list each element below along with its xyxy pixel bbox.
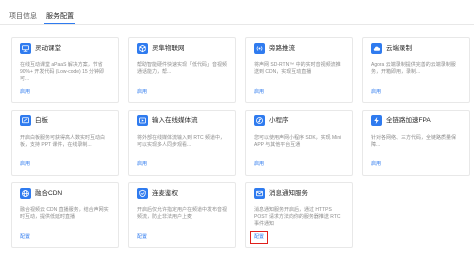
stream-push-enable-link[interactable]: 启用 (254, 89, 264, 96)
iot-description: 帮助智能硬件快速实现「低代码」音视频通话能力，帮... (137, 62, 228, 75)
fusion-cdn-title: 融合CDN (35, 189, 63, 197)
media-input-title: 输入在线媒体流 (152, 117, 198, 124)
iot-icon (137, 42, 148, 54)
service-card-media-input: 输入在线媒体流 将外部在线媒体流输入到 RTC 频道中，可以实现多人同步观看..… (128, 109, 236, 176)
fpa-description: 针对各网络、三方代码，全链路质量保障... (371, 134, 457, 148)
notification-configure-link[interactable]: 配置 (254, 234, 264, 241)
fusion-cdn-description: 融合视频云 CDN 直播服务，结合声网实时互动，提供低延时直播 (20, 207, 109, 220)
iot-title: 灵隼物联网 (152, 44, 185, 52)
iot-enable-link[interactable]: 启用 (137, 89, 147, 96)
cloud-recording-description: Agora 云端录制提供完善的云端录制服务，开箱即用，录制... (371, 62, 456, 75)
notification-title: 消息通知服务 (269, 189, 308, 197)
cohost-auth-title: 连麦鉴权 (152, 189, 178, 197)
service-card-fpa: 全链路加速FPA 针对各网络、三方代码，全链路质量保障... 启用 (362, 109, 470, 176)
notification-icon (254, 187, 265, 199)
tab-project-info[interactable]: 项目信息 (9, 12, 37, 21)
whiteboard-title: 白板 (35, 117, 48, 124)
service-card-stream-push: 旁路推流 将声网 SD-RTN™ 中的实时音视频流推送到 CDN，实现互动直播 … (245, 37, 353, 103)
classroom-icon (20, 42, 31, 54)
mini-program-icon (254, 115, 265, 126)
tab-divider (0, 24, 474, 25)
flexible-classroom-title: 灵动课堂 (35, 44, 61, 52)
stream-push-description: 将声网 SD-RTN™ 中的实时音视频流推送到 CDN，实现互动直播 (254, 62, 341, 75)
service-card-flexible-classroom: 灵动课堂 在线互动课堂 aPaaS 解决方案，节省 90%+ 开发代码 (Low… (11, 37, 119, 103)
cloud-recording-enable-link[interactable]: 启用 (371, 89, 381, 96)
whiteboard-icon (20, 115, 31, 126)
stream-push-title: 旁路推流 (269, 44, 295, 52)
tab-bar: 项目信息 服务配置 (0, 0, 474, 25)
cloud-recording-title: 云端录制 (386, 44, 412, 52)
auth-icon (137, 187, 148, 199)
flexible-classroom-description: 在线互动课堂 aPaaS 解决方案，节省 90%+ 开发代码 (Low-code… (20, 62, 105, 82)
cohost-auth-description: 开启后仅允许指定用户在频道中发布音视频流，防止非法用户上麦 (137, 207, 228, 220)
fpa-icon (371, 115, 382, 126)
service-grid: 灵动课堂 在线互动课堂 aPaaS 解决方案，节省 90%+ 开发代码 (Low… (11, 37, 470, 248)
whiteboard-enable-link[interactable]: 启用 (20, 161, 30, 168)
tab-service-config[interactable]: 服务配置 (46, 12, 74, 21)
stream-push-icon (254, 42, 265, 54)
cohost-auth-configure-link[interactable]: 配置 (137, 234, 147, 241)
fusion-cdn-configure-link[interactable]: 配置 (20, 234, 30, 241)
whiteboard-description: 开启白板服务可获得高人数实时互动白板，支持 PPT 课件，在线录制... (20, 134, 106, 148)
flexible-classroom-enable-link[interactable]: 启用 (20, 89, 30, 96)
service-card-fusion-cdn: 融合CDN 融合视频云 CDN 直播服务，结合声网实时互动，提供低延时直播 配置 (11, 182, 119, 248)
notification-description: 消息通知服务开启后，通过 HTTPS POST 请求方法向你的服务器推送 RTC… (254, 207, 341, 227)
highlight-box: 配置 (250, 230, 269, 244)
media-input-icon (137, 115, 148, 126)
media-input-description: 将外部在线媒体流输入到 RTC 频道中，可以实现多人同步观看... (137, 134, 225, 148)
cloud-recording-icon (371, 42, 382, 54)
fpa-title: 全链路加速FPA (386, 117, 431, 124)
mini-program-enable-link[interactable]: 启用 (254, 161, 264, 168)
service-card-cohost-auth: 连麦鉴权 开启后仅允许指定用户在频道中发布音视频流，防止非法用户上麦 配置 (128, 182, 236, 248)
service-card-notification: 消息通知服务 消息通知服务开启后，通过 HTTPS POST 请求方法向你的服务… (245, 182, 353, 248)
service-card-cloud-recording: 云端录制 Agora 云端录制提供完善的云端录制服务，开箱即用，录制... 启用 (362, 37, 470, 103)
service-card-whiteboard: 白板 开启白板服务可获得高人数实时互动白板，支持 PPT 课件，在线录制... … (11, 109, 119, 176)
fpa-enable-link[interactable]: 启用 (371, 161, 381, 168)
mini-program-title: 小程序 (269, 117, 289, 124)
cdn-icon (20, 187, 31, 199)
service-card-mini-program: 小程序 您可以使用声网小程序 SDK，实现 Mini APP 与其他平台互通 启… (245, 109, 353, 176)
service-card-iot: 灵隼物联网 帮助智能硬件快速实现「低代码」音视频通话能力，帮... 启用 (128, 37, 236, 103)
mini-program-description: 您可以使用声网小程序 SDK，实现 Mini APP 与其他平台互通 (254, 134, 342, 148)
media-input-enable-link[interactable]: 启用 (137, 161, 147, 168)
